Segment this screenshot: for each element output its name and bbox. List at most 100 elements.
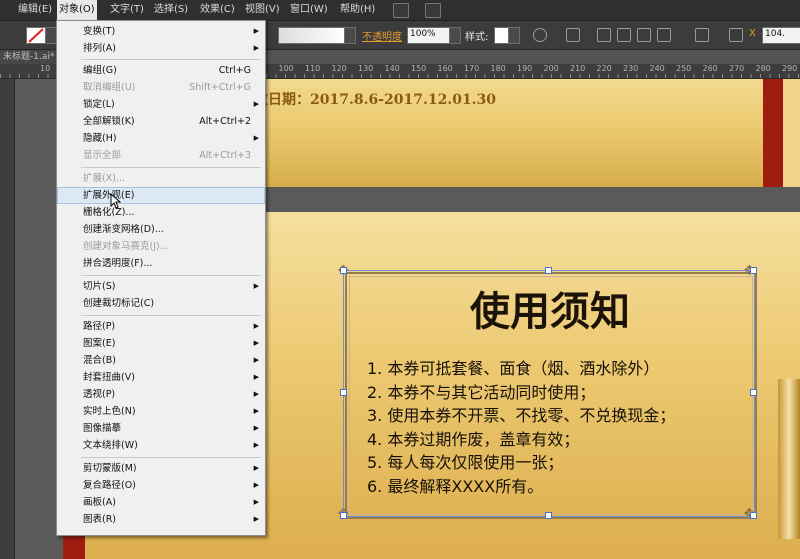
menu-item-label: 变换(T): [83, 26, 116, 37]
menu-3[interactable]: 选择(S): [152, 0, 190, 20]
object-menu-item: 扩展(X)...: [57, 170, 265, 187]
align-middle-icon[interactable]: [657, 28, 671, 42]
object-menu-item[interactable]: 路径(P) ▶: [57, 318, 265, 335]
menu-item-label: 混合(B): [83, 355, 116, 366]
object-menu-item[interactable]: 编组(G) Ctrl+G: [57, 62, 265, 79]
object-menu-item[interactable]: 栅格化(Z)...: [57, 204, 265, 221]
opacity-field[interactable]: 100%: [407, 27, 451, 44]
ruler-number: 170: [464, 64, 480, 73]
object-menu-item[interactable]: 文本绕排(W) ▶: [57, 437, 265, 454]
menu-item-label: 拼合透明度(F)...: [83, 258, 153, 269]
recolor-icon[interactable]: [533, 28, 547, 42]
object-menu-item[interactable]: 图像描摹 ▶: [57, 420, 265, 437]
validity-text[interactable]: 有效日期：2017.8.6-2017.12.01.30: [240, 89, 496, 109]
object-menu-item[interactable]: 封套扭曲(V) ▶: [57, 369, 265, 386]
align-left-icon[interactable]: [597, 28, 611, 42]
submenu-arrow-icon: ▶: [253, 498, 259, 506]
menu-0[interactable]: 编辑(E): [16, 0, 54, 20]
document-tab[interactable]: 未标题-1.ai*: [0, 50, 63, 64]
menu-item-label: 显示全部: [83, 150, 122, 161]
submenu-arrow-icon: ▶: [253, 481, 259, 489]
menubar: 编辑(E) 对象(O) 文字(T) 选择(S) 效果(C) 视图(V) 窗口(W) 帮助(H): [0, 0, 800, 21]
object-menu-item[interactable]: 锁定(L) ▶: [57, 96, 265, 113]
menu-7[interactable]: 帮助(H): [338, 0, 377, 20]
submenu-arrow-icon: ▶: [253, 407, 259, 415]
object-menu-item[interactable]: 透视(P) ▶: [57, 386, 265, 403]
notice-rule-item: 6. 最终解释XXXX所有。: [367, 476, 544, 496]
transform-icon[interactable]: [695, 28, 709, 42]
menu-item-label: 排列(A): [83, 43, 116, 54]
selection-handle[interactable]: [545, 267, 552, 274]
object-menu-item[interactable]: 变换(T) ▶: [57, 23, 265, 40]
x-label: X: [749, 28, 756, 39]
menu-item-label: 图案(E): [83, 338, 116, 349]
selection-handle[interactable]: [750, 512, 757, 519]
selection-handle[interactable]: [340, 512, 347, 519]
object-menu-item[interactable]: 图案(E) ▶: [57, 335, 265, 352]
reference-point-icon[interactable]: [729, 28, 743, 42]
align-center-icon[interactable]: [617, 28, 631, 42]
opacity-dropdown[interactable]: [449, 27, 461, 44]
submenu-arrow-icon: ▶: [253, 134, 259, 142]
artboard-icon[interactable]: [393, 3, 409, 18]
selection-handle[interactable]: [545, 512, 552, 519]
menu-item-label: 创建裁切标记(C): [83, 298, 155, 309]
menu-item-label: 图像描摹: [83, 423, 122, 434]
menu-5[interactable]: 视图(V): [243, 0, 282, 20]
fill-swatch[interactable]: [26, 27, 46, 44]
opacity-label[interactable]: 不透明度: [362, 28, 402, 43]
brush-definition[interactable]: [278, 27, 346, 44]
menu-separator: [81, 315, 261, 316]
submenu-arrow-icon: ▶: [253, 339, 259, 347]
mouse-pointer-icon: [110, 193, 121, 209]
vertical-ruler[interactable]: [0, 79, 15, 559]
ruler-number: 100: [278, 64, 294, 73]
menu-item-label: 透视(P): [83, 389, 116, 400]
ruler-number: 120: [331, 64, 347, 73]
menu-6[interactable]: 窗口(W): [288, 0, 330, 20]
object-menu-item[interactable]: 隐藏(H) ▶: [57, 130, 265, 147]
selection-handle[interactable]: [750, 267, 757, 274]
menu-2[interactable]: 文字(T): [108, 0, 146, 20]
menu-1[interactable]: 对象(O): [57, 0, 97, 20]
ruler-number: 180: [490, 64, 506, 73]
object-menu-item[interactable]: 创建裁切标记(C): [57, 295, 265, 312]
object-menu-item[interactable]: 混合(B) ▶: [57, 352, 265, 369]
object-menu-item[interactable]: 实时上色(N) ▶: [57, 403, 265, 420]
ruler-number: 220: [596, 64, 612, 73]
ruler-number: 290: [782, 64, 798, 73]
menu-item-label: 切片(S): [83, 281, 116, 292]
object-menu-item[interactable]: 拼合透明度(F)...: [57, 255, 265, 272]
brush-dropdown[interactable]: [344, 27, 356, 44]
object-menu-item[interactable]: 扩展外观(E): [57, 187, 265, 204]
submenu-arrow-icon: ▶: [253, 515, 259, 523]
notice-title[interactable]: 使用须知: [365, 279, 735, 337]
graphic-style-dropdown[interactable]: [508, 27, 520, 44]
submenu-arrow-icon: ▶: [253, 322, 259, 330]
notice-rules[interactable]: 1. 本券可抵套餐、面食（烟、酒水除外） 2. 本券不与其它活动同时使用； 3. 使…: [367, 357, 747, 498]
object-menu-item[interactable]: 全部解锁(K) Alt+Ctrl+2: [57, 113, 265, 130]
ruler-number: 150: [411, 64, 427, 73]
selection-handle[interactable]: [340, 267, 347, 274]
object-menu-item: 显示全部 Alt+Ctrl+3: [57, 147, 265, 164]
align-grid-icon[interactable]: [566, 28, 580, 42]
notice-rule-item: 1. 本券可抵套餐、面食（烟、酒水除外）: [367, 359, 660, 378]
submenu-arrow-icon: ▶: [253, 282, 259, 290]
menu-separator: [81, 59, 261, 60]
selection-handle[interactable]: [750, 389, 757, 396]
selection-handle[interactable]: [340, 389, 347, 396]
menu-4[interactable]: 效果(C): [198, 0, 237, 20]
style-label: 样式:: [465, 32, 489, 43]
object-menu-item[interactable]: 图表(R) ▶: [57, 511, 265, 528]
menu-item-label: 实时上色(N): [83, 406, 136, 417]
object-menu-item[interactable]: 画板(A) ▶: [57, 494, 265, 511]
x-field[interactable]: 104.: [762, 27, 800, 44]
object-menu-item[interactable]: 切片(S) ▶: [57, 278, 265, 295]
object-menu-item[interactable]: 创建渐变网格(D)...: [57, 221, 265, 238]
menu-item-label: 图表(R): [83, 514, 117, 525]
object-menu-item[interactable]: 剪切蒙版(M) ▶: [57, 460, 265, 477]
align-top-icon[interactable]: [637, 28, 651, 42]
object-menu-item[interactable]: 排列(A) ▶: [57, 40, 265, 57]
arrange-documents-icon[interactable]: [425, 3, 441, 18]
object-menu-item[interactable]: 复合路径(O) ▶: [57, 477, 265, 494]
